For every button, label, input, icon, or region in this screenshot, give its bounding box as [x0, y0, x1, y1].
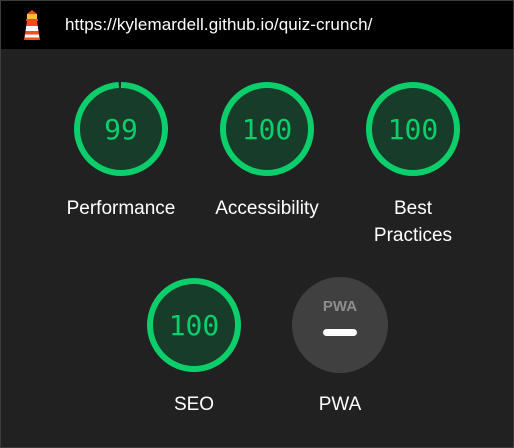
pwa-badge: PWA — [292, 277, 388, 373]
label-best-practices-line2: Practices — [373, 225, 453, 246]
label-performance: Performance — [66, 198, 176, 219]
label-seo: SEO — [173, 394, 215, 415]
score-best-practices: 100 — [387, 112, 439, 146]
score-accessibility: 100 — [241, 112, 293, 146]
dash-icon — [323, 329, 357, 336]
label-best-practices-line1: Best — [393, 198, 433, 219]
gauge-performance[interactable]: 99 — [73, 81, 169, 177]
lighthouse-report-card: https://kylemardell.github.io/quiz-crunc… — [0, 0, 514, 448]
page-url[interactable]: https://kylemardell.github.io/quiz-crunc… — [65, 15, 373, 35]
lighthouse-icon — [24, 10, 40, 40]
gauge-best-practices[interactable]: 100 — [365, 81, 461, 177]
label-pwa: PWA — [318, 394, 362, 415]
url-bar: https://kylemardell.github.io/quiz-crunc… — [1, 1, 513, 49]
score-performance: 99 — [104, 112, 138, 146]
score-seo: 100 — [168, 308, 220, 342]
gauge-seo[interactable]: 100 — [146, 277, 242, 373]
gauge-pwa[interactable]: PWA — [292, 277, 388, 373]
label-best-practices: Best Practices — [333, 195, 493, 249]
label-accessibility: Accessibility — [215, 198, 319, 219]
gauge-accessibility[interactable]: 100 — [219, 81, 315, 177]
pwa-badge-text: PWA — [323, 298, 357, 315]
